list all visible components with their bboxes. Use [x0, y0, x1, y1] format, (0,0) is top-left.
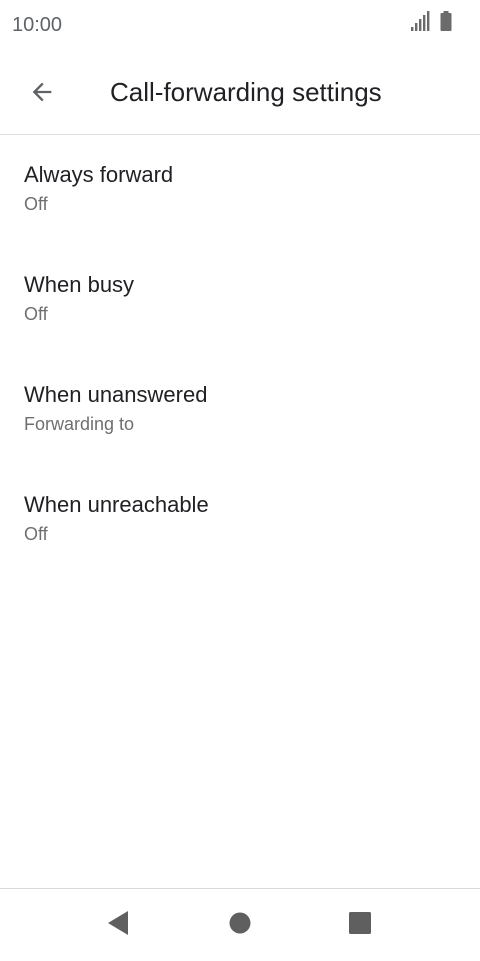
back-triangle-icon: [106, 910, 130, 941]
settings-list: Always forward Off When busy Off When un…: [0, 135, 480, 575]
item-summary: Off: [24, 194, 48, 214]
settings-item-when-unreachable[interactable]: When unreachable Off: [0, 465, 480, 575]
nav-back-button[interactable]: [96, 903, 140, 947]
arrow-back-icon: [28, 78, 56, 111]
item-title: When unanswered: [24, 382, 208, 407]
status-bar: 10:00: [0, 0, 480, 50]
back-button[interactable]: [20, 72, 64, 116]
signal-icon: [410, 11, 430, 36]
item-title: When unreachable: [24, 492, 209, 517]
nav-recents-button[interactable]: [338, 903, 382, 947]
nav-home-button[interactable]: [218, 903, 262, 947]
status-icons: [410, 11, 452, 36]
app-bar: Call-forwarding settings: [0, 50, 480, 135]
battery-icon: [440, 11, 452, 36]
item-title: Always forward: [24, 162, 174, 187]
item-title: When busy: [24, 272, 135, 297]
home-circle-icon: [229, 912, 251, 939]
settings-item-when-busy[interactable]: When busy Off: [0, 245, 480, 355]
settings-item-always-forward[interactable]: Always forward Off: [0, 135, 480, 245]
item-summary: Off: [24, 524, 48, 544]
status-time: 10:00: [12, 14, 63, 36]
item-summary: Forwarding to: [24, 414, 135, 434]
item-summary: Off: [24, 304, 48, 324]
settings-item-when-unanswered[interactable]: When unanswered Forwarding to: [0, 355, 480, 465]
navigation-bar: [0, 888, 480, 961]
page-title: Call-forwarding settings: [110, 77, 382, 107]
recents-square-icon: [348, 911, 372, 940]
